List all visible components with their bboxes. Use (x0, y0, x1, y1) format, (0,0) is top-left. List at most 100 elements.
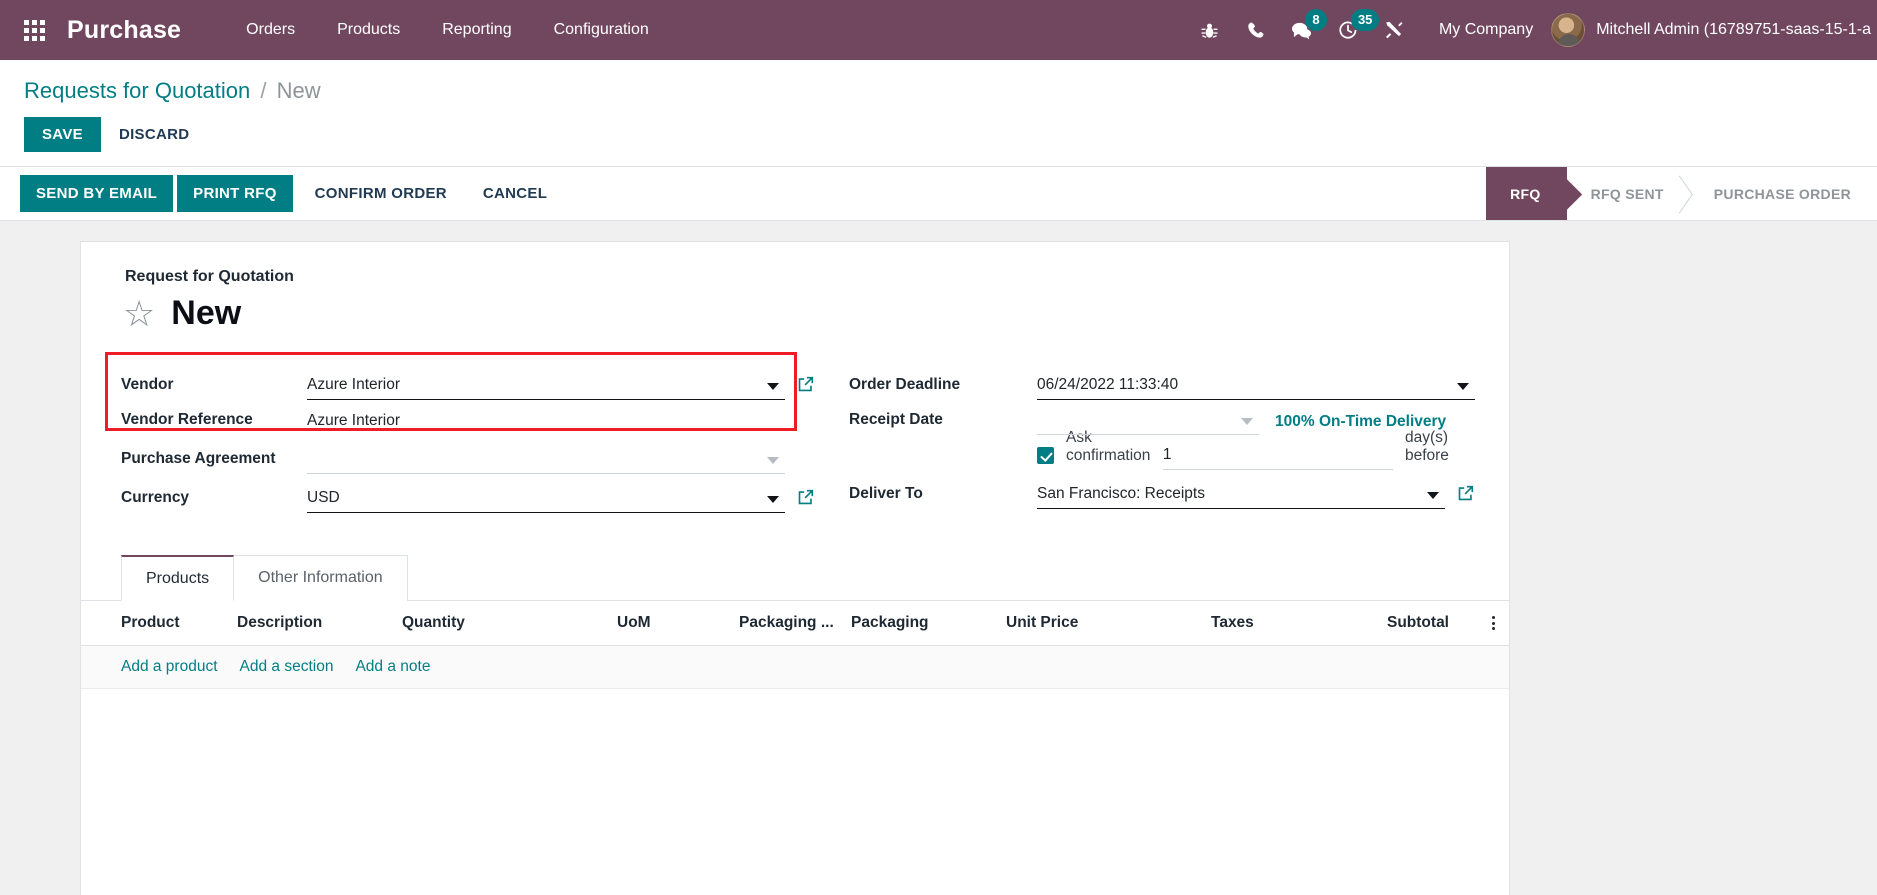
menu-item-products[interactable]: Products (316, 2, 421, 58)
navbar-right-tools: 8 35 My Company Mitchell Admin (16789751… (1187, 0, 1877, 60)
avatar (1551, 13, 1586, 47)
order-deadline-input[interactable]: 06/24/2022 11:33:40 (1037, 376, 1475, 400)
menu-item-reporting[interactable]: Reporting (421, 2, 532, 58)
deliver-to-label: Deliver To (849, 485, 923, 502)
purchase-agreement-input[interactable] (307, 457, 785, 474)
days-before-label: day(s) before (1404, 429, 1449, 464)
breadcrumb-separator: / (260, 78, 267, 103)
breadcrumb: Requests for Quotation / New (24, 78, 1877, 104)
order-deadline-value: 06/24/2022 11:33:40 (1037, 376, 1179, 393)
add-a-note-link[interactable]: Add a note (355, 658, 430, 676)
column-header-subtotal[interactable]: Subtotal (1387, 614, 1449, 632)
field-row-vendor-reference: Vendor Reference Azure Interior (121, 400, 815, 435)
confirm-order-button[interactable]: CONFIRM ORDER (297, 175, 465, 212)
deliver-to-value: San Francisco: Receipts (1037, 485, 1205, 502)
order-deadline-label: Order Deadline (849, 376, 961, 393)
main-menu: Orders Products Reporting Configuration (225, 2, 670, 58)
field-row-purchase-agreement: Purchase Agreement (121, 439, 815, 474)
control-panel: Requests for Quotation / New SAVE DISCAR… (0, 60, 1877, 167)
discard-button[interactable]: DISCARD (101, 117, 207, 152)
field-row-receipt-date: Receipt Date 100% On-Time Delivery (849, 400, 1475, 435)
user-menu[interactable]: Mitchell Admin (16789751-saas-15-1-a (1551, 13, 1877, 47)
chevron-down-icon[interactable] (1457, 383, 1469, 390)
chevron-down-icon[interactable] (767, 457, 779, 464)
currency-value: USD (307, 489, 340, 506)
send-by-email-button[interactable]: SEND BY EMAIL (20, 175, 174, 212)
page-title: New (171, 294, 242, 332)
form-left-column: Vendor Azure Interior Vendor Reference A… (105, 352, 815, 513)
deliver-to-external-link-icon[interactable] (1457, 484, 1475, 507)
bug-icon[interactable] (1187, 0, 1233, 60)
save-button[interactable]: SAVE (24, 117, 101, 152)
status-step-rfq[interactable]: RFQ (1486, 167, 1567, 220)
ask-confirmation-days-input[interactable]: 1 (1162, 446, 1393, 470)
record-title-row: ☆ New (123, 294, 1475, 333)
field-row-ask-confirmation: Ask confirmation 1 day(s) before (849, 429, 1475, 470)
ask-confirmation-checkbox[interactable] (1037, 447, 1054, 464)
notebook-tabs: Products Other Information (81, 555, 1509, 601)
chevron-down-icon[interactable] (767, 496, 779, 503)
chevron-down-icon[interactable] (767, 383, 779, 390)
chevron-down-icon[interactable] (1241, 418, 1253, 425)
vendor-reference-input[interactable]: Azure Interior (307, 412, 815, 435)
add-a-product-link[interactable]: Add a product (121, 658, 218, 676)
vendor-reference-label: Vendor Reference (121, 411, 253, 428)
receipt-date-label: Receipt Date (849, 411, 943, 428)
company-switcher[interactable]: My Company (1417, 21, 1551, 39)
tools-icon[interactable] (1371, 0, 1417, 60)
form-right-column: Order Deadline 06/24/2022 11:33:40 Recei… (815, 365, 1475, 513)
action-button-row: SEND BY EMAIL PRINT RFQ CONFIRM ORDER CA… (0, 167, 1877, 221)
receipt-date-input[interactable] (1037, 418, 1259, 435)
phone-icon[interactable] (1233, 0, 1279, 60)
top-navbar: Purchase Orders Products Reporting Confi… (0, 0, 1877, 60)
apps-grid-icon[interactable] (24, 19, 45, 41)
menu-item-orders[interactable]: Orders (225, 2, 316, 58)
form-section-label: Request for Quotation (125, 268, 294, 285)
ask-confirmation-label: Ask confirmation (1066, 429, 1151, 464)
messages-badge: 8 (1304, 9, 1327, 31)
field-row-currency: Currency USD (121, 478, 815, 513)
field-row-order-deadline: Order Deadline 06/24/2022 11:33:40 (849, 365, 1475, 400)
activity-clock-icon[interactable]: 35 (1325, 0, 1380, 60)
order-lines-header: Product Description Quantity UoM Packagi… (81, 601, 1509, 646)
star-outline-icon[interactable]: ☆ (123, 295, 155, 332)
vendor-input[interactable]: Azure Interior (307, 376, 785, 400)
status-step-purchase-order[interactable]: PURCHASE ORDER (1690, 167, 1877, 220)
tab-products[interactable]: Products (121, 555, 235, 601)
currency-input[interactable]: USD (307, 489, 785, 513)
status-step-rfq-sent[interactable]: RFQ SENT (1567, 167, 1690, 220)
add-a-section-link[interactable]: Add a section (240, 658, 334, 676)
column-header-taxes[interactable]: Taxes (1211, 614, 1387, 632)
purchase-agreement-label: Purchase Agreement (121, 450, 276, 467)
column-header-packaging-qty[interactable]: Packaging ... (739, 614, 851, 632)
print-rfq-button[interactable]: PRINT RFQ (177, 175, 293, 212)
vertical-dots-icon[interactable] (1492, 616, 1495, 630)
column-header-description[interactable]: Description (237, 614, 402, 632)
order-lines-add-row: Add a product Add a section Add a note (81, 646, 1509, 689)
vendor-value: Azure Interior (307, 376, 401, 393)
vendor-label: Vendor (121, 376, 174, 393)
record-save-discard-buttons: SAVE DISCARD (24, 104, 1877, 166)
breadcrumb-root-link[interactable]: Requests for Quotation (24, 78, 250, 103)
vendor-external-link-icon[interactable] (797, 375, 815, 398)
app-brand-purchase[interactable]: Purchase (67, 16, 181, 45)
deliver-to-input[interactable]: San Francisco: Receipts (1037, 485, 1445, 509)
column-header-unit-price[interactable]: Unit Price (1006, 614, 1211, 632)
column-header-product[interactable]: Product (121, 614, 237, 632)
currency-label: Currency (121, 489, 190, 506)
column-header-quantity[interactable]: Quantity (402, 614, 617, 632)
chevron-down-icon[interactable] (1427, 492, 1439, 499)
tab-other-information[interactable]: Other Information (234, 555, 408, 601)
form-sheet: Request for Quotation ☆ New Vendor Azure… (80, 241, 1510, 895)
menu-item-configuration[interactable]: Configuration (533, 2, 670, 58)
currency-external-link-icon[interactable] (797, 488, 815, 511)
vendor-reference-value: Azure Interior (307, 412, 401, 429)
cancel-button[interactable]: CANCEL (465, 175, 565, 212)
sheet-container: Request for Quotation ☆ New Vendor Azure… (0, 221, 1877, 895)
notebook: Products Other Information Product Descr… (81, 555, 1509, 689)
column-header-uom[interactable]: UoM (617, 614, 739, 632)
statusbar: RFQ RFQ SENT PURCHASE ORDER (1486, 167, 1877, 220)
column-header-packaging[interactable]: Packaging (851, 614, 1006, 632)
user-name-label: Mitchell Admin (16789751-saas-15-1-a (1596, 21, 1871, 38)
messages-icon[interactable]: 8 (1279, 0, 1327, 60)
